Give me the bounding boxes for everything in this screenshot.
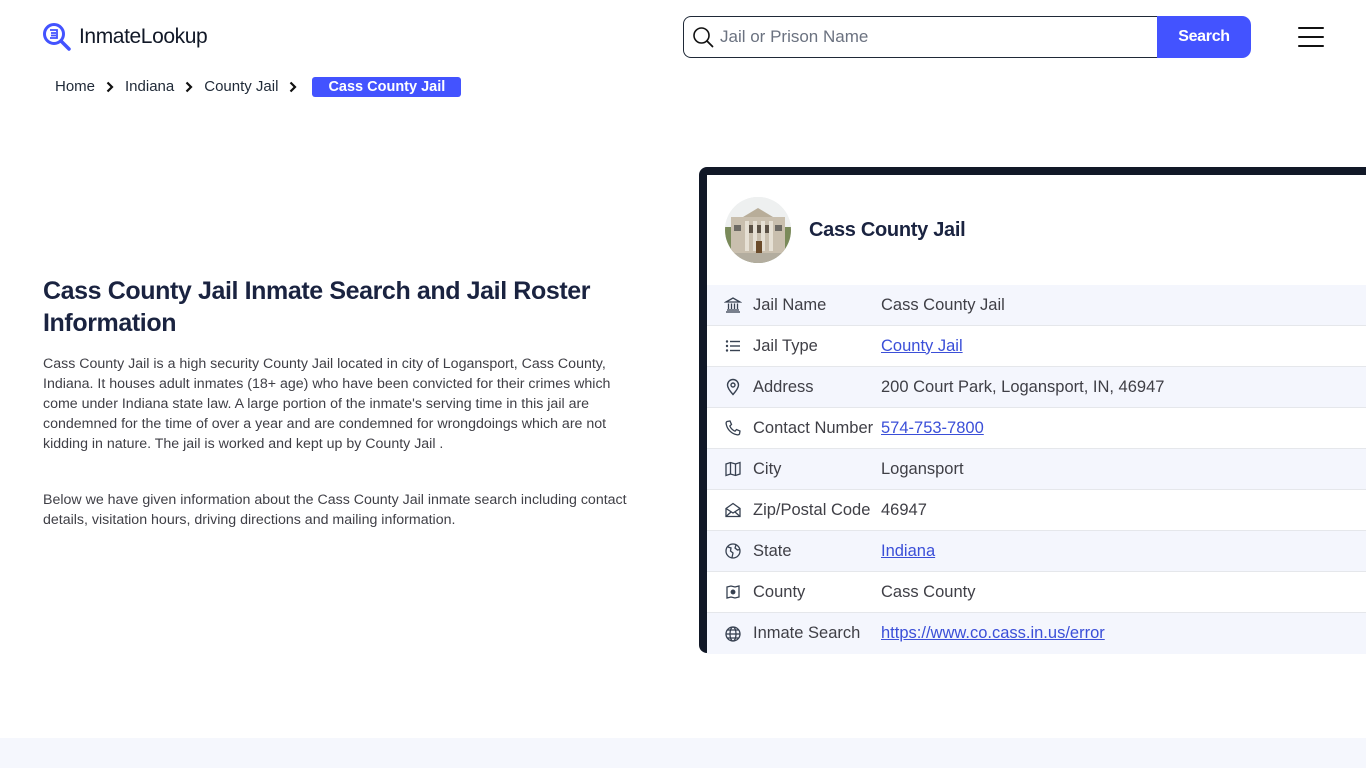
row-label: County	[753, 582, 806, 601]
row-value: Cass County Jail	[881, 295, 1005, 314]
summary-paragraph: Below we have given information about th…	[43, 492, 627, 528]
info-table: Jail Name Cass County Jail Jail Type Cou…	[707, 285, 1366, 654]
info-row-state: State Indiana	[707, 531, 1366, 572]
phone-link[interactable]: 574-753-7800	[881, 419, 984, 438]
row-label: Inmate Search	[753, 624, 861, 642]
breadcrumb: Home Indiana County Jail Cass County Jai…	[55, 75, 462, 98]
breadcrumb-home[interactable]: Home	[55, 78, 95, 95]
info-row-contact-number: Contact Number 574-753-7800	[707, 408, 1366, 449]
row-value: 200 Court Park, Logansport, IN, 46947	[881, 377, 1165, 396]
courthouse-image-icon	[725, 197, 791, 263]
chevron-right-icon	[106, 81, 114, 92]
jail-photo	[725, 197, 791, 263]
card-title: Cass County Jail	[809, 218, 966, 241]
info-row-county: County Cass County	[707, 572, 1366, 613]
hamburger-menu-icon[interactable]	[1298, 27, 1324, 47]
jail-info-card: Cass County Jail Jail Name Cass County J…	[699, 167, 1366, 654]
intro-paragraph: Cass County Jail is a high security Coun…	[43, 356, 611, 452]
globe-region-icon	[725, 543, 741, 559]
info-row-city: City Logansport	[707, 449, 1366, 490]
menu-bar	[1298, 36, 1324, 38]
breadcrumb-county-jail[interactable]: County Jail	[204, 78, 278, 95]
search-button[interactable]: Search	[1157, 16, 1251, 58]
map-pin-icon	[726, 378, 740, 396]
row-value: 46947	[881, 500, 927, 519]
card-header: Cass County Jail	[707, 175, 1366, 285]
search-field	[683, 16, 1157, 58]
menu-bar	[1298, 45, 1324, 47]
row-label: Address	[753, 377, 814, 396]
row-label: Zip/Postal Code	[753, 500, 871, 519]
inmate-search-link[interactable]: https://www.co.cass.in.us/error	[881, 624, 1105, 643]
info-row-jail-name: Jail Name Cass County Jail	[707, 285, 1366, 326]
info-row-zip-code: Zip/Postal Code 46947	[707, 490, 1366, 531]
row-label: City	[753, 459, 782, 478]
info-row-jail-type: Jail Type County Jail	[707, 326, 1366, 367]
state-link[interactable]: Indiana	[881, 542, 935, 561]
site-logo[interactable]: InmateLookup	[42, 22, 208, 52]
search-input[interactable]	[720, 27, 1157, 47]
map-icon	[725, 461, 741, 477]
chevron-right-icon	[290, 81, 297, 92]
globe-icon	[725, 625, 741, 642]
chevron-right-icon	[185, 81, 193, 92]
footer-band	[0, 738, 1366, 768]
logo-text: InmateLookup	[79, 25, 208, 48]
jail-type-link[interactable]: County Jail	[881, 337, 963, 356]
phone-icon	[725, 420, 741, 436]
building-columns-icon	[724, 297, 742, 313]
info-row-address: Address 200 Court Park, Logansport, IN, …	[707, 367, 1366, 408]
magnifier-logo-icon	[43, 23, 71, 51]
row-label: Jail Type	[753, 336, 818, 355]
info-row-inmate-search: Inmate Search https://www.co.cass.in.us/…	[707, 613, 1366, 654]
page-title: Cass County Jail Inmate Search and Jail …	[43, 277, 591, 337]
menu-bar	[1298, 27, 1324, 29]
county-map-icon	[726, 585, 740, 599]
site-header: InmateLookup Search	[0, 0, 1366, 72]
search-icon	[693, 27, 714, 48]
list-icon	[725, 340, 740, 352]
mail-open-icon	[725, 502, 741, 518]
breadcrumb-indiana[interactable]: Indiana	[125, 78, 174, 95]
breadcrumb-current: Cass County Jail	[312, 76, 462, 97]
row-value: Cass County	[881, 582, 976, 601]
row-label: Contact Number	[753, 418, 874, 437]
row-label: Jail Name	[753, 295, 827, 314]
row-value: Logansport	[881, 459, 964, 478]
search-form: Search	[683, 16, 1251, 58]
row-label: State	[753, 541, 792, 560]
